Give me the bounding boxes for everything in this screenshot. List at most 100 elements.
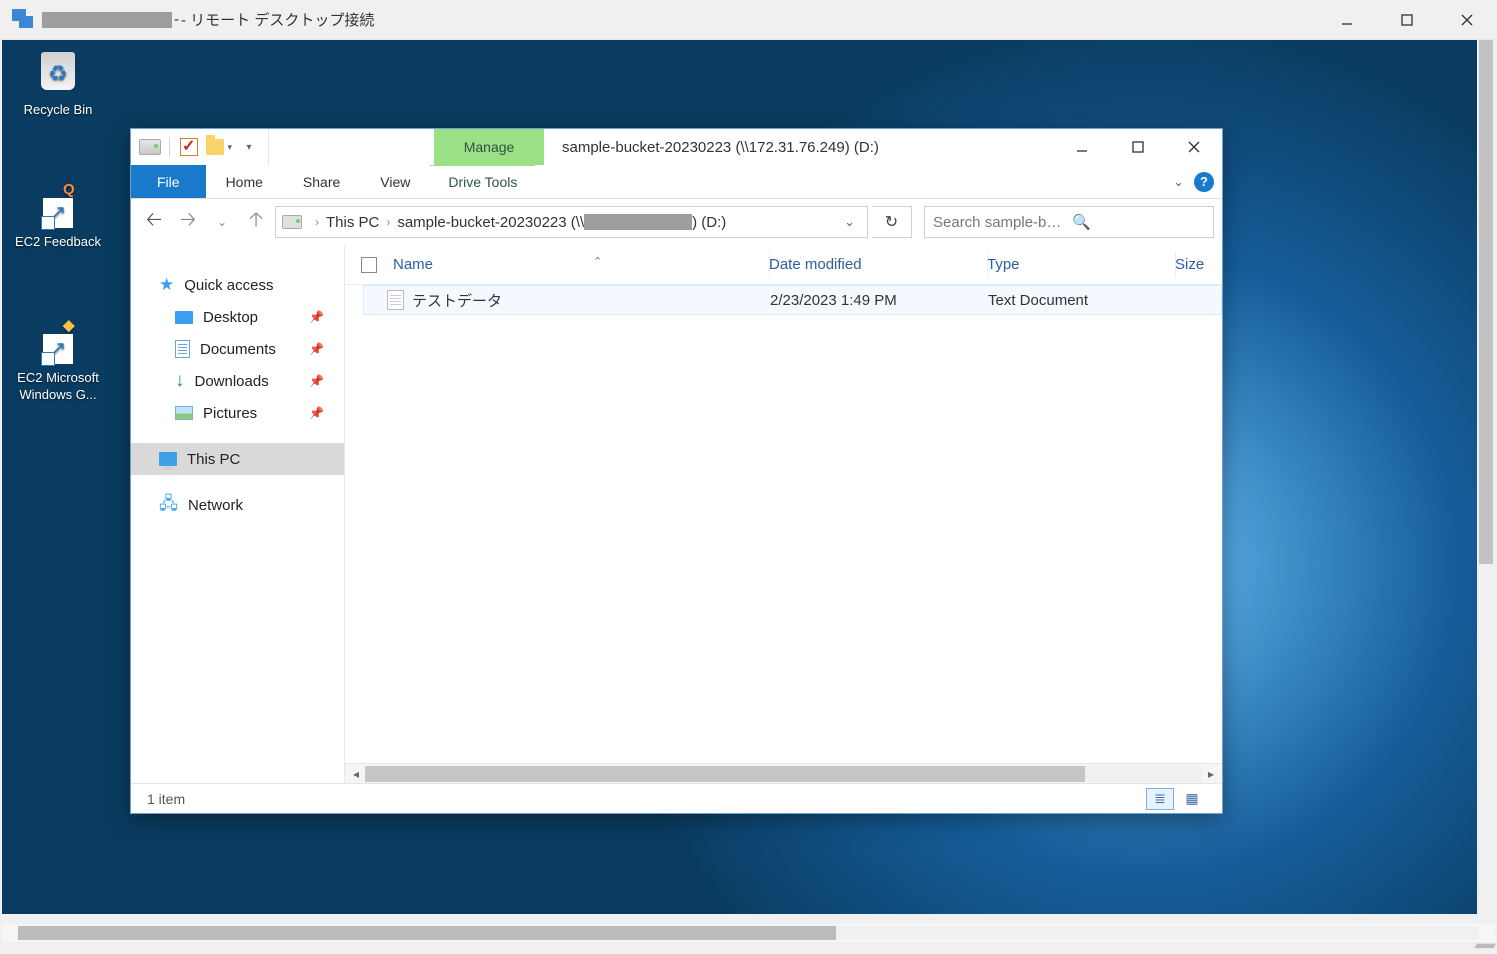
scroll-track[interactable]	[18, 926, 1479, 940]
desktop-icon-ec2-windows-guide[interactable]: ◆ ↗ EC2 Microsoft Windows G...	[8, 316, 108, 404]
shortcut-icon: ↗	[43, 198, 73, 228]
file-list: Name ⌃ Date modified Type Size テストデータ 2/2…	[345, 245, 1222, 783]
ribbon-collapse-button[interactable]: ⌄	[1173, 174, 1184, 190]
rdp-window-controls	[1317, 0, 1497, 40]
rdp-titlebar: - - リモート デスクトップ接続	[0, 0, 1497, 40]
viewport-vertical-scrollbar[interactable]	[1477, 40, 1495, 914]
network-icon: 🖧	[159, 491, 178, 520]
redacted-hostname	[42, 12, 172, 28]
desktop-icon-ec2-feedback[interactable]: Q ↗ EC2 Feedback	[8, 180, 108, 251]
help-button[interactable]: ?	[1194, 172, 1214, 192]
breadcrumb-location-prefix[interactable]: sample-bucket-20230223 (\\	[397, 214, 584, 231]
title-center: Manage sample-bucket-20230223 (\\172.31.…	[269, 129, 1054, 165]
scroll-thumb[interactable]	[365, 766, 1085, 782]
qat-customize-dropdown[interactable]: ▾	[236, 134, 262, 160]
tree-documents[interactable]: Documents📌	[131, 333, 344, 365]
file-row[interactable]: テストデータ 2/23/2023 1:49 PM Text Document	[363, 285, 1222, 315]
desktop-icon-recycle-bin[interactable]: Recycle Bin	[8, 46, 108, 119]
nav-forward-button[interactable]: 🡢	[173, 207, 203, 237]
rdp-maximize-button[interactable]	[1377, 0, 1437, 40]
separator	[169, 137, 170, 157]
tree-pictures[interactable]: Pictures📌	[131, 397, 344, 429]
tree-desktop[interactable]: Desktop📌	[131, 301, 344, 333]
tab-view[interactable]: View	[360, 165, 430, 198]
tree-network[interactable]: 🖧 Network	[131, 489, 344, 521]
navigation-tree: ★Quick access Desktop📌 Documents📌 ↓ Downl…	[131, 245, 345, 783]
rdp-horizontal-scrollbar[interactable]	[2, 924, 1495, 942]
documents-icon	[175, 340, 190, 358]
tab-file[interactable]: File	[131, 165, 206, 198]
search-placeholder: Search sample-bucket-202302...	[933, 214, 1066, 231]
view-switcher: ≣ ▦	[1146, 788, 1206, 810]
tree-label: Downloads	[195, 373, 269, 390]
horizontal-scrollbar[interactable]: ◂ ▸	[345, 763, 1222, 783]
file-date: 2/23/2023 1:49 PM	[770, 292, 988, 309]
downloads-icon: ↓	[175, 370, 185, 392]
tab-drive-tools[interactable]: Drive Tools	[430, 165, 535, 198]
shortcut-icon: ↗	[43, 334, 73, 364]
close-button[interactable]	[1166, 129, 1222, 165]
minimize-button[interactable]	[1054, 129, 1110, 165]
desktop-icon-label: EC2 Microsoft Windows G...	[8, 370, 108, 404]
nav-back-button[interactable]: 🡠	[139, 207, 169, 237]
file-rows[interactable]: テストデータ 2/23/2023 1:49 PM Text Document	[345, 285, 1222, 763]
explorer-navbar: 🡠 🡢 ⌄ 🡡 › This PC › sample-bucket-202302…	[131, 199, 1222, 245]
column-type[interactable]: Type	[987, 256, 1175, 273]
select-all-checkbox[interactable]	[345, 257, 393, 273]
desktop-icon-label: Recycle Bin	[8, 102, 108, 119]
scroll-right-button[interactable]: ▸	[1202, 767, 1220, 781]
scroll-track[interactable]	[365, 766, 1202, 782]
tree-downloads[interactable]: ↓Downloads📌	[131, 365, 344, 397]
status-item-count: 1 item	[147, 791, 185, 807]
search-icon[interactable]: 🔍	[1072, 213, 1205, 231]
qat-new-folder-button[interactable]	[206, 134, 232, 160]
status-bar: 1 item ≣ ▦	[131, 783, 1222, 813]
desktop-icon	[175, 311, 193, 324]
tree-quick-access[interactable]: ★Quick access	[131, 269, 344, 301]
search-box[interactable]: Search sample-bucket-202302... 🔍	[924, 206, 1214, 238]
drive-icon[interactable]	[137, 134, 163, 160]
explorer-window-controls	[1054, 129, 1222, 165]
qat-properties-button[interactable]	[176, 134, 202, 160]
column-label: Name	[393, 256, 433, 273]
explorer-titlebar[interactable]: ▾ Manage sample-bucket-20230223 (\\172.3…	[131, 129, 1222, 165]
ribbon-context-manage[interactable]: Manage	[434, 129, 544, 165]
address-dropdown[interactable]: ⌄	[838, 214, 861, 230]
column-date[interactable]: Date modified	[769, 256, 987, 273]
scroll-thumb[interactable]	[1479, 40, 1493, 564]
tab-home[interactable]: Home	[206, 165, 283, 198]
column-name[interactable]: Name ⌃	[393, 256, 769, 273]
breadcrumb-this-pc[interactable]: This PC	[326, 214, 379, 231]
view-details-button[interactable]: ≣	[1146, 788, 1174, 810]
address-bar[interactable]: › This PC › sample-bucket-20230223 (\\ ) …	[275, 206, 868, 238]
tree-label: Network	[188, 497, 243, 514]
rdp-close-button[interactable]	[1437, 0, 1497, 40]
pin-icon: 📌	[309, 310, 324, 324]
column-label: Type	[987, 256, 1020, 273]
chevron-right-icon[interactable]: ›	[315, 215, 319, 229]
file-type: Text Document	[988, 292, 1176, 309]
quick-access-toolbar: ▾	[131, 129, 269, 165]
tree-label: This PC	[187, 451, 240, 468]
tree-label: Quick access	[184, 277, 273, 294]
resize-grip-icon[interactable]: ▰▰▰	[1474, 938, 1493, 952]
view-thumbnails-button[interactable]: ▦	[1178, 788, 1206, 810]
scroll-left-button[interactable]: ◂	[347, 767, 365, 781]
maximize-button[interactable]	[1110, 129, 1166, 165]
rdp-minimize-button[interactable]	[1317, 0, 1377, 40]
refresh-button[interactable]: ↻	[872, 206, 912, 238]
drive-icon	[282, 215, 302, 229]
breadcrumb-location-suffix[interactable]: ) (D:)	[692, 214, 726, 231]
scroll-thumb[interactable]	[18, 926, 836, 940]
nav-up-button[interactable]: 🡡	[241, 207, 271, 237]
tab-share[interactable]: Share	[283, 165, 360, 198]
tree-this-pc[interactable]: This PC	[131, 443, 344, 475]
nav-recent-dropdown[interactable]: ⌄	[207, 207, 237, 237]
column-size[interactable]: Size	[1175, 256, 1222, 273]
chevron-right-icon[interactable]: ›	[386, 215, 390, 229]
tree-label: Pictures	[203, 405, 257, 422]
badge-icon: ◆	[63, 316, 75, 336]
column-label: Date modified	[769, 256, 862, 273]
rdp-icon	[12, 9, 34, 31]
sort-indicator-icon: ⌃	[593, 255, 602, 268]
